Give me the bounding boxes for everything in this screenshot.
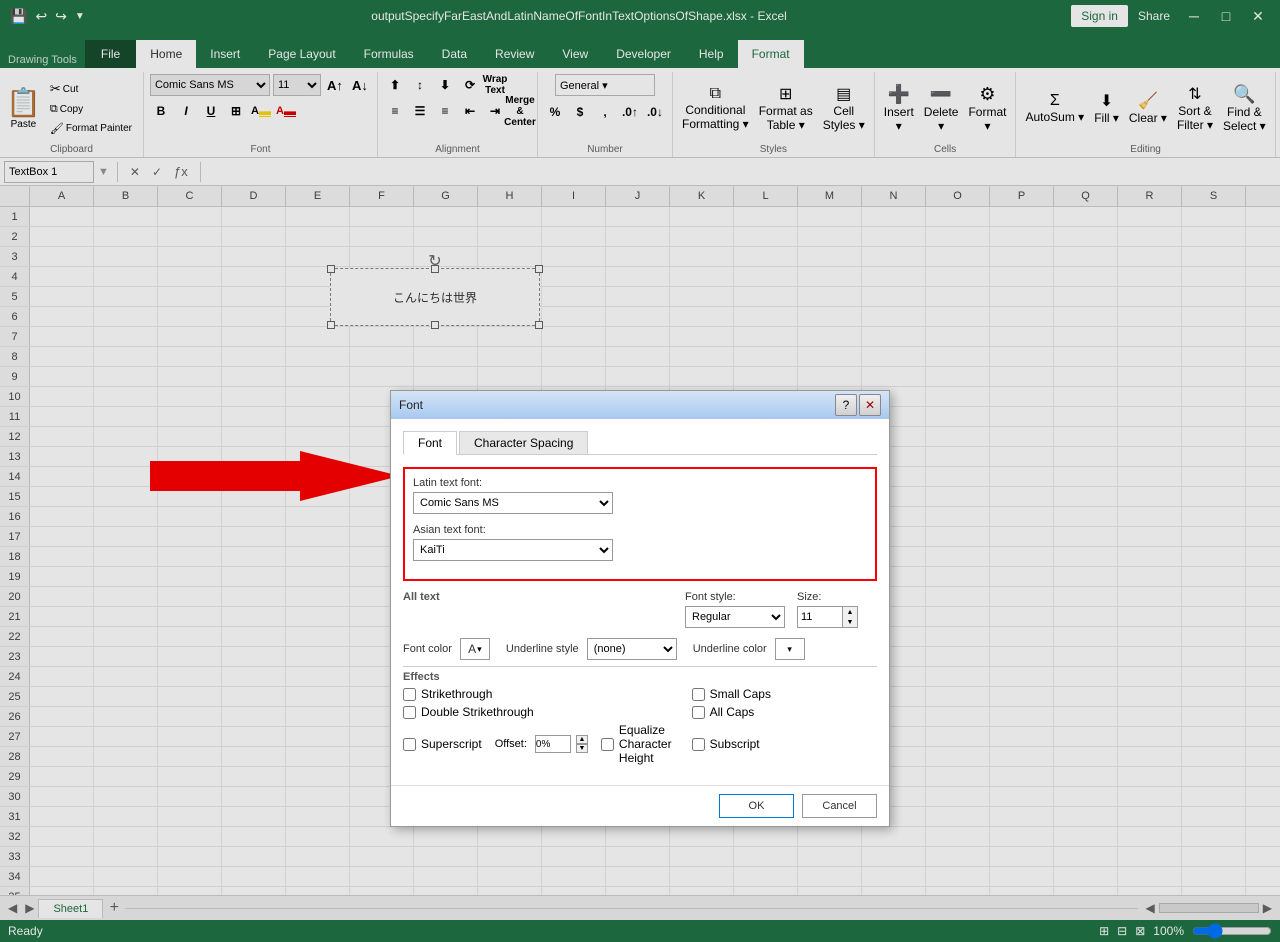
size-up-button[interactable]: ▲	[843, 607, 857, 617]
font-style-select[interactable]: Regular Bold Italic Bold Italic	[685, 606, 785, 628]
superscript-row: Superscript Offset: ▲ ▼ Equalize Charact…	[403, 723, 672, 765]
offset-input[interactable]	[535, 735, 571, 753]
strikethrough-row: Strikethrough	[403, 687, 672, 701]
effects-label: Effects	[403, 666, 877, 683]
subscript-row: Subscript	[692, 723, 877, 765]
dialog-titlebar: Font ? ✕	[391, 391, 889, 419]
underline-style-label: Underline style	[506, 643, 579, 655]
all-caps-row: All Caps	[692, 705, 877, 719]
font-dialog: Font ? ✕ Font Character Spacing Latin te…	[390, 390, 890, 827]
dialog-footer: OK Cancel	[391, 785, 889, 826]
asian-font-label: Asian text font:	[413, 524, 867, 536]
superscript-label: Superscript	[421, 737, 482, 751]
strikethrough-label: Strikethrough	[421, 687, 492, 701]
equalize-label: Equalize Character Height	[619, 723, 672, 765]
latin-font-select[interactable]: Comic Sans MS	[413, 492, 613, 514]
dialog-help-button[interactable]: ?	[835, 394, 857, 416]
all-caps-label: All Caps	[710, 705, 755, 719]
offset-label: Offset:	[495, 738, 527, 750]
effects-section: Effects Strikethrough Small Caps Double …	[403, 666, 877, 765]
double-strikethrough-label: Double Strikethrough	[421, 705, 534, 719]
underline-color-button[interactable]: ▾	[775, 638, 805, 660]
all-text-label: All text	[403, 591, 673, 603]
asian-font-select[interactable]: KaiTi	[413, 539, 613, 561]
strikethrough-checkbox[interactable]	[403, 688, 416, 701]
underline-style-select[interactable]: (none) Single Double	[587, 638, 677, 660]
offset-down-button[interactable]: ▼	[576, 744, 588, 753]
offset-up-button[interactable]: ▲	[576, 735, 588, 744]
font-color-label: Font color	[403, 643, 452, 655]
tab-character-spacing[interactable]: Character Spacing	[459, 431, 588, 454]
tab-font[interactable]: Font	[403, 431, 457, 455]
all-caps-checkbox[interactable]	[692, 706, 705, 719]
size-input[interactable]	[797, 606, 842, 628]
equalize-checkbox[interactable]	[601, 738, 614, 751]
small-caps-row: Small Caps	[692, 687, 877, 701]
ok-button[interactable]: OK	[719, 794, 794, 818]
dialog-content: Font Character Spacing Latin text font: …	[391, 419, 889, 785]
subscript-label: Subscript	[710, 737, 760, 751]
dialog-close-button[interactable]: ✕	[859, 394, 881, 416]
small-caps-checkbox[interactable]	[692, 688, 705, 701]
small-caps-label: Small Caps	[710, 687, 771, 701]
font-selection-highlight: Latin text font: Comic Sans MS Asian tex…	[403, 467, 877, 581]
underline-color-label: Underline color	[693, 643, 767, 655]
subscript-checkbox[interactable]	[692, 738, 705, 751]
size-label: Size:	[797, 591, 877, 603]
size-down-button[interactable]: ▼	[843, 617, 857, 627]
font-color-button[interactable]: A ▾	[460, 638, 490, 660]
double-strikethrough-checkbox[interactable]	[403, 706, 416, 719]
cancel-button[interactable]: Cancel	[802, 794, 877, 818]
latin-font-label: Latin text font:	[413, 477, 867, 489]
dialog-overlay: Font ? ✕ Font Character Spacing Latin te…	[0, 0, 1280, 942]
double-strikethrough-row: Double Strikethrough	[403, 705, 672, 719]
superscript-checkbox[interactable]	[403, 738, 416, 751]
dialog-tabs: Font Character Spacing	[403, 431, 877, 455]
dialog-title: Font	[399, 398, 423, 412]
font-style-label: Font style:	[685, 591, 785, 603]
